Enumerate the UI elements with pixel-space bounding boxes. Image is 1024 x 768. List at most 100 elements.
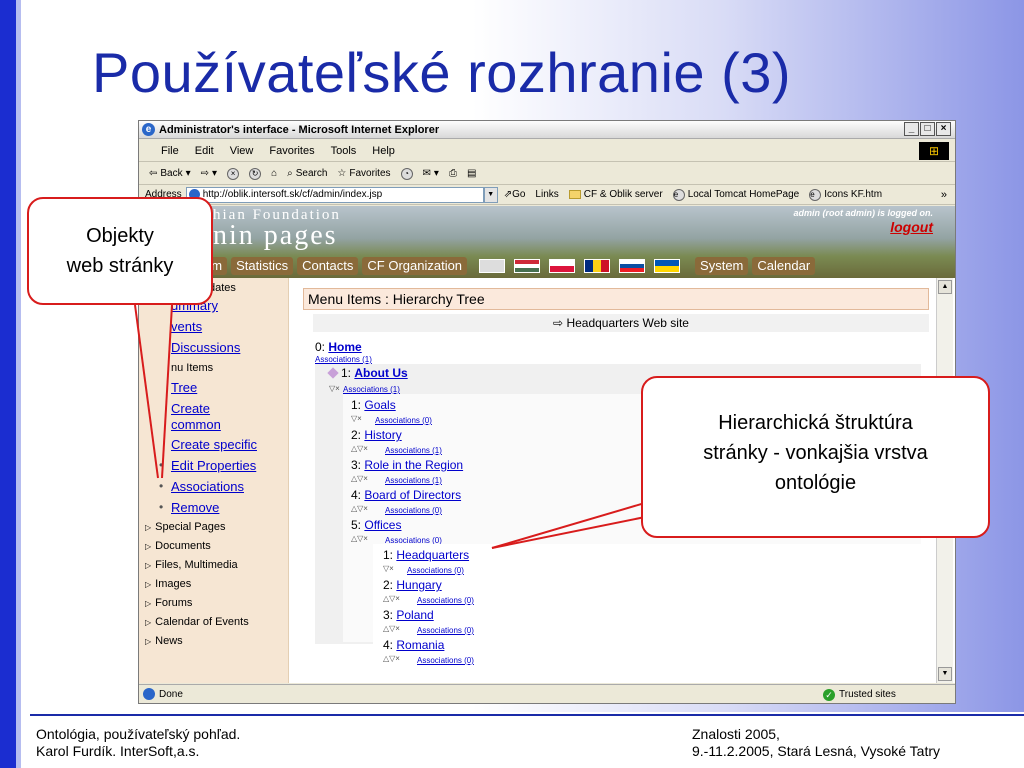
address-bar: Address http://oblik.intersoft.sk/cf/adm…	[139, 185, 955, 205]
go-button[interactable]: ⇗Go	[504, 185, 526, 205]
scroll-up-icon[interactable]: ▲	[938, 280, 952, 294]
nav-contacts[interactable]: Contacts	[297, 257, 359, 275]
move-arrows-icon[interactable]: △▽×	[351, 504, 368, 513]
poland-flag-icon[interactable]	[549, 259, 576, 273]
back-button[interactable]: ⇦ Back ▾	[147, 163, 193, 184]
romania-flag-icon[interactable]	[584, 259, 611, 273]
move-arrows-icon[interactable]: △▽×	[383, 624, 400, 633]
mail-button[interactable]: ✉ ▾	[421, 163, 441, 184]
tree-root-link[interactable]: Home	[328, 340, 361, 354]
slovakia-flag-icon[interactable]	[619, 259, 646, 273]
forward-button[interactable]: ⇨ ▾	[199, 163, 219, 184]
tree-history-associations[interactable]: Associations (1)	[385, 446, 442, 455]
logout-link[interactable]: logout	[890, 219, 933, 235]
move-arrows-icon[interactable]: ▽×	[383, 564, 394, 573]
tree-about-link[interactable]: About Us	[354, 366, 407, 380]
ie-page-icon: e	[672, 188, 685, 201]
move-arrows-icon[interactable]: △▽×	[383, 654, 400, 663]
nav-statistics[interactable]: Statistics	[231, 257, 294, 275]
scroll-down-icon[interactable]: ▼	[938, 667, 952, 681]
menu-help[interactable]: Help	[364, 140, 403, 161]
sidebar-forums[interactable]: ▷ Forums	[145, 595, 192, 611]
refresh-button[interactable]: ↻	[247, 163, 263, 184]
tree-role-associations[interactable]: Associations (1)	[385, 476, 442, 485]
stop-button[interactable]: ×	[225, 163, 241, 184]
menu-favorites[interactable]: Favorites	[261, 140, 322, 161]
move-arrows-icon[interactable]: △▽×	[383, 594, 400, 603]
sidebar-menu-items[interactable]: nu Items	[171, 360, 213, 376]
callout-hierarchy-line2: stránky - vonkajšia vrstva	[703, 442, 928, 464]
diamond-icon	[327, 367, 339, 379]
sidebar-discussions[interactable]: Discussions	[171, 339, 240, 357]
address-input[interactable]: http://oblik.intersoft.sk/cf/admin/index…	[185, 186, 484, 203]
sidebar-files[interactable]: ▷ Files, Multimedia	[145, 557, 238, 573]
home-button[interactable]: ⌂	[269, 163, 279, 184]
tree-hungary-link[interactable]: Hungary	[396, 578, 441, 592]
sidebar-special-pages[interactable]: ▷ Special Pages	[145, 519, 225, 535]
sidebar-edit-properties[interactable]: Edit Properties	[171, 457, 256, 475]
cf-logo-icon[interactable]	[479, 259, 506, 273]
link-cf-oblik[interactable]: CF & Oblik server	[568, 185, 663, 205]
move-arrows-icon[interactable]: △▽×	[351, 474, 368, 483]
nav-cf-organization[interactable]: CF Organization	[362, 257, 468, 275]
sidebar-news[interactable]: ▷ News	[145, 633, 183, 649]
menu-edit[interactable]: Edit	[187, 140, 222, 161]
sidebar-documents[interactable]: ▷ Documents	[145, 538, 211, 554]
sidebar-remove[interactable]: Remove	[171, 499, 219, 517]
tree-role-link[interactable]: Role in the Region	[364, 458, 463, 472]
tree-board-link[interactable]: Board of Directors	[364, 488, 461, 502]
sidebar-events[interactable]: vents	[171, 318, 202, 336]
tree-goals-associations[interactable]: Associations (0)	[375, 416, 432, 425]
link-tomcat[interactable]: e Local Tomcat HomePage	[672, 185, 799, 205]
tree-hq-link[interactable]: Headquarters	[396, 548, 469, 562]
link-icons[interactable]: e Icons KF.htm	[809, 185, 882, 205]
ukraine-flag-icon[interactable]	[654, 259, 681, 273]
tree-offices-link[interactable]: Offices	[364, 518, 401, 532]
minimize-button[interactable]: _	[904, 122, 919, 136]
sidebar-create-common-2[interactable]: common	[171, 416, 221, 434]
edit-button[interactable]: ▤	[465, 163, 478, 184]
footer-right-line2: 9.-11.2.2005, Stará Lesná, Vysoké Tatry	[692, 743, 941, 759]
tree-board-associations[interactable]: Associations (0)	[385, 506, 442, 515]
tree-poland-link[interactable]: Poland	[396, 608, 433, 622]
tree-history-link[interactable]: History	[364, 428, 401, 442]
address-dropdown-button[interactable]: ▼	[483, 186, 498, 203]
maximize-button[interactable]: □	[920, 122, 935, 136]
menu-view[interactable]: View	[222, 140, 262, 161]
move-arrows-icon[interactable]: ▽×	[329, 384, 340, 393]
sidebar-calendar[interactable]: ▷ Calendar of Events	[145, 614, 249, 630]
move-arrows-icon[interactable]: △▽×	[351, 534, 368, 543]
sidebar-images[interactable]: ▷ Images	[145, 576, 191, 592]
menu-tools[interactable]: Tools	[323, 140, 365, 161]
tree-romania-link[interactable]: Romania	[396, 638, 444, 652]
sidebar-create-specific[interactable]: Create specific	[171, 436, 257, 454]
tree-about-associations[interactable]: Associations (1)	[343, 385, 400, 394]
tree-hungary-associations[interactable]: Associations (0)	[417, 596, 474, 605]
tree-romania-associations[interactable]: Associations (0)	[417, 656, 474, 665]
links-overflow-chevron-icon[interactable]: »	[941, 185, 947, 205]
close-button[interactable]: ×	[936, 122, 951, 136]
footer-left-line2: Karol Furdík. InterSoft,a.s.	[36, 743, 200, 759]
menu-file[interactable]: File	[153, 140, 187, 161]
sidebar-tree[interactable]: Tree	[171, 379, 197, 397]
tree-goals-link[interactable]: Goals	[364, 398, 395, 412]
move-arrows-icon[interactable]: △▽×	[351, 444, 368, 453]
sidebar-associations[interactable]: Associations	[171, 478, 244, 496]
tree-root-associations[interactable]: Associations (1)	[315, 355, 372, 364]
search-button[interactable]: ⌕ Search	[285, 163, 329, 184]
move-arrows-icon[interactable]: ▽×	[351, 414, 362, 423]
triangle-right-icon: ▷	[145, 599, 152, 608]
favorites-button[interactable]: ☆ Favorites	[335, 163, 392, 184]
tree-poland-associations[interactable]: Associations (0)	[417, 626, 474, 635]
sidebar-updates[interactable]: dates	[209, 280, 236, 296]
nav-calendar[interactable]: Calendar	[752, 257, 816, 275]
favorites-label: Favorites	[349, 167, 391, 179]
tree-board: 4: Board of Directors	[351, 488, 461, 502]
history-button[interactable]: ◔	[399, 163, 415, 184]
nav-system[interactable]: System	[695, 257, 749, 275]
hungary-flag-icon[interactable]	[514, 259, 541, 273]
main-nav: em Statistics Contacts CF Organization S…	[139, 256, 955, 276]
print-button[interactable]: ⎙	[447, 163, 459, 184]
tree-history: 2: History	[351, 428, 402, 442]
tree-hq-associations[interactable]: Associations (0)	[407, 566, 464, 575]
